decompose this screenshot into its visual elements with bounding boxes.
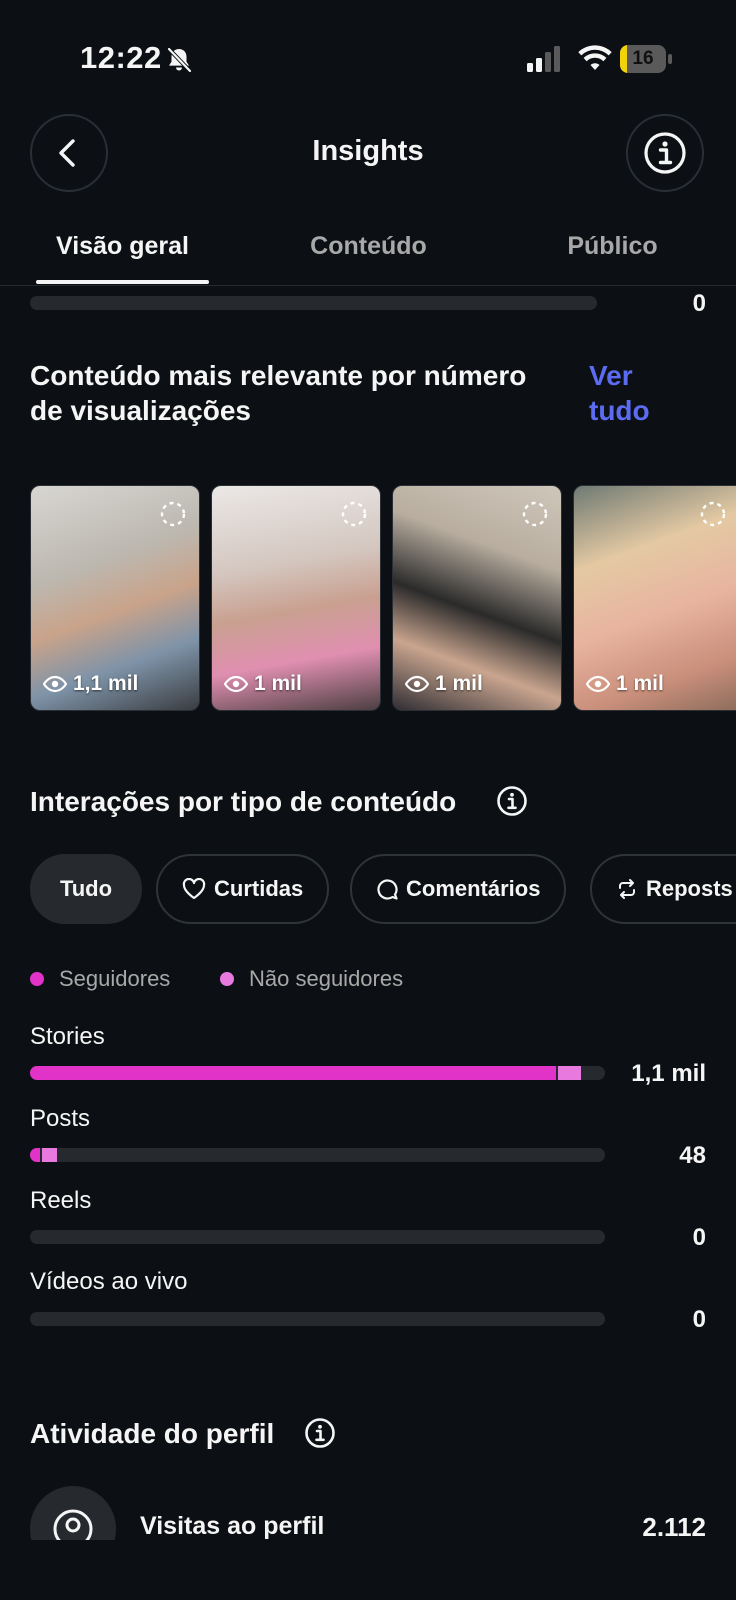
content-thumbnail[interactable]: 1 mil — [392, 485, 562, 711]
legend-dot-followers — [30, 972, 44, 986]
content-thumbnail[interactable]: 1 mil — [211, 485, 381, 711]
bar-segment-non-followers — [558, 1066, 582, 1080]
status-time: 12:22 — [80, 40, 162, 75]
row-label-posts: Posts — [30, 1105, 91, 1132]
chip-likes[interactable]: Curtidas — [156, 854, 330, 924]
content-thumbnail[interactable]: 1,1 mil — [30, 485, 200, 711]
bar-posts — [30, 1148, 605, 1162]
chip-comments[interactable]: Comentários — [350, 854, 567, 924]
row-value-stories: 1,1 mil — [631, 1060, 706, 1087]
bar-segment-non-followers — [41, 1148, 57, 1162]
wifi-icon — [578, 45, 612, 70]
loading-icon — [341, 501, 367, 527]
row-label-stories: Stories — [30, 1023, 105, 1050]
tab-audience[interactable]: Público — [526, 232, 699, 261]
eye-icon — [586, 675, 610, 693]
chip-all-label: Tudo — [59, 876, 113, 901]
chip-comments-label: Comentários — [406, 876, 541, 901]
row-label-live: Vídeos ao vivo — [30, 1268, 188, 1295]
bell-muted-icon — [167, 47, 192, 73]
row-label-reels: Reels — [30, 1187, 92, 1214]
legend-followers: Seguidores — [59, 966, 171, 991]
bar-segment-followers — [30, 1148, 40, 1162]
relevant-title-line2: de visualizações — [30, 395, 252, 426]
previous-row-value: 0 — [692, 290, 706, 317]
content-thumbnail[interactable]: 1 mil — [573, 485, 736, 711]
loading-icon — [160, 501, 186, 527]
thumbnail-views: 1 mil — [254, 672, 302, 695]
profile-visits-label[interactable]: Visitas ao perfil — [140, 1512, 324, 1541]
chip-reposts-label: Reposts — [646, 876, 733, 901]
thumbnail-views: 1,1 mil — [73, 672, 139, 695]
heart-icon — [182, 878, 206, 900]
battery-level-text: 16 — [632, 48, 654, 69]
cellular-signal-icon — [527, 46, 560, 72]
profile-activity-title: Atividade do perfil — [30, 1418, 275, 1449]
info-button[interactable] — [626, 114, 704, 192]
row-value-posts: 48 — [679, 1142, 706, 1169]
tabs-divider — [0, 285, 736, 286]
bar-stories — [30, 1066, 605, 1080]
loading-icon — [522, 501, 548, 527]
bar-segment-followers — [30, 1066, 557, 1080]
repost-icon — [619, 879, 635, 899]
bottom-fade — [0, 1540, 736, 1600]
eye-icon — [224, 675, 248, 693]
chip-likes-label: Curtidas — [214, 876, 304, 901]
tab-overview[interactable]: Visão geral — [36, 232, 209, 261]
chip-reposts[interactable]: Reposts — [590, 854, 736, 924]
relevant-title-line1: Conteúdo mais relevante por número — [30, 360, 527, 391]
profile-visits-value: 2.112 — [642, 1512, 706, 1542]
legend-non-followers: Não seguidores — [249, 966, 404, 991]
loading-icon — [700, 501, 726, 527]
see-all-link[interactable]: Ver tudo — [589, 358, 650, 428]
eye-icon — [43, 675, 67, 693]
battery-indicator: 16 — [620, 45, 672, 73]
interactions-title: Interações por tipo de conteúdo — [30, 786, 457, 817]
info-icon[interactable] — [496, 785, 528, 817]
previous-row-bar — [30, 296, 597, 310]
row-value-reels: 0 — [692, 1224, 706, 1251]
chip-all[interactable]: Tudo — [30, 854, 142, 924]
comment-icon — [377, 879, 398, 900]
eye-icon — [405, 675, 429, 693]
see-all-line1: Ver — [589, 360, 633, 391]
active-tab-indicator — [36, 280, 209, 284]
see-all-line2: tudo — [589, 395, 650, 426]
tab-content[interactable]: Conteúdo — [282, 232, 455, 261]
relevant-content-title: Conteúdo mais relevante por número de vi… — [30, 358, 570, 428]
bar-reels — [30, 1230, 605, 1244]
info-icon — [644, 132, 686, 174]
thumbnail-views: 1 mil — [616, 672, 664, 695]
thumbnail-views: 1 mil — [435, 672, 483, 695]
info-icon[interactable] — [304, 1417, 336, 1449]
legend-dot-non-followers — [220, 972, 234, 986]
row-value-live: 0 — [692, 1306, 706, 1333]
bar-live — [30, 1312, 605, 1326]
